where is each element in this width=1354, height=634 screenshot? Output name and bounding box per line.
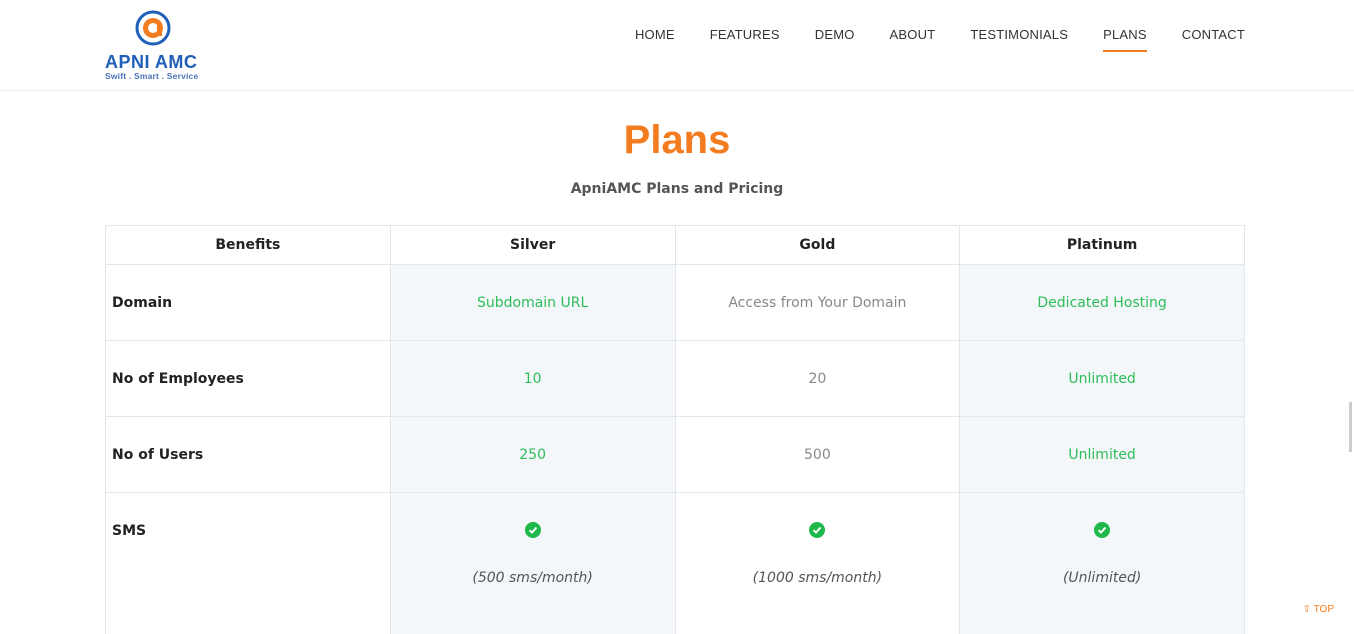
page-title: Plans <box>623 118 731 162</box>
row-label: SMS <box>105 492 391 634</box>
scroll-top-button[interactable]: ⇧ TOP <box>1303 604 1334 615</box>
silver-cell: 250 <box>389 416 676 493</box>
page-subtitle: ApniAMC Plans and Pricing <box>570 181 784 197</box>
nav-demo[interactable]: DEMO <box>815 27 855 50</box>
nav-home[interactable]: HOME <box>635 27 675 50</box>
arrow-up-icon: ⇧ <box>1302 604 1311 615</box>
sms-note: (500 sms/month) <box>472 570 593 586</box>
silver-cell: Subdomain URL <box>389 264 676 341</box>
check-icon <box>524 522 541 538</box>
nav-plans[interactable]: PLANS <box>1103 27 1147 52</box>
brand-logo[interactable]: APNI AMC Swift . Smart . Service <box>105 10 205 84</box>
nav-contact[interactable]: CONTACT <box>1182 27 1245 50</box>
check-icon <box>809 522 826 538</box>
platinum-cell: Dedicated Hosting <box>959 264 1245 341</box>
row-label: No of Users <box>105 416 391 493</box>
row-label: No of Employees <box>105 340 391 417</box>
table-row-domain: Domain Subdomain URL Access from Your Do… <box>105 264 1245 341</box>
scrollbar-thumb[interactable] <box>1349 402 1352 452</box>
gold-cell: 500 <box>674 416 961 493</box>
nav-features[interactable]: FEATURES <box>710 27 780 50</box>
table-header-row: Benefits Silver Gold Platinum <box>105 225 1245 265</box>
gold-cell: 20 <box>674 340 961 417</box>
gold-cell: (1000 sms/month) <box>674 492 961 634</box>
gold-cell: Access from Your Domain <box>674 264 961 341</box>
platinum-cell: Unlimited <box>959 340 1245 417</box>
header-benefits: Benefits <box>105 225 391 265</box>
platinum-cell: Unlimited <box>959 416 1245 493</box>
plans-table: Benefits Silver Gold Platinum Domain Sub… <box>105 225 1245 634</box>
row-label: Domain <box>105 264 391 341</box>
nav-testimonials[interactable]: TESTIMONIALS <box>970 27 1068 50</box>
header-platinum: Platinum <box>959 225 1245 265</box>
silver-cell: (500 sms/month) <box>389 492 676 634</box>
table-row-users: No of Users 250 500 Unlimited <box>105 416 1245 493</box>
brand-tagline: Swift . Smart . Service <box>105 71 199 81</box>
sms-note: (Unlimited) <box>1062 570 1142 586</box>
site-header: APNI AMC Swift . Smart . Service HOME FE… <box>0 0 1354 91</box>
table-row-employees: No of Employees 10 20 Unlimited <box>105 340 1245 417</box>
scroll-top-label: TOP <box>1313 604 1334 615</box>
nav-about[interactable]: ABOUT <box>890 27 936 50</box>
brand-name: APNI AMC <box>105 52 198 72</box>
silver-cell: 10 <box>389 340 676 417</box>
check-icon <box>1094 522 1111 538</box>
sms-note: (1000 sms/month) <box>752 570 883 586</box>
platinum-cell: (Unlimited) <box>959 492 1245 634</box>
main-nav: HOME FEATURES DEMO ABOUT TESTIMONIALS PL… <box>600 27 1245 52</box>
header-silver: Silver <box>389 225 676 265</box>
table-row-sms: SMS (500 sms/month) (1000 sms/month) (Un… <box>105 492 1245 634</box>
header-gold: Gold <box>674 225 961 265</box>
logo-mark-icon <box>135 10 171 46</box>
